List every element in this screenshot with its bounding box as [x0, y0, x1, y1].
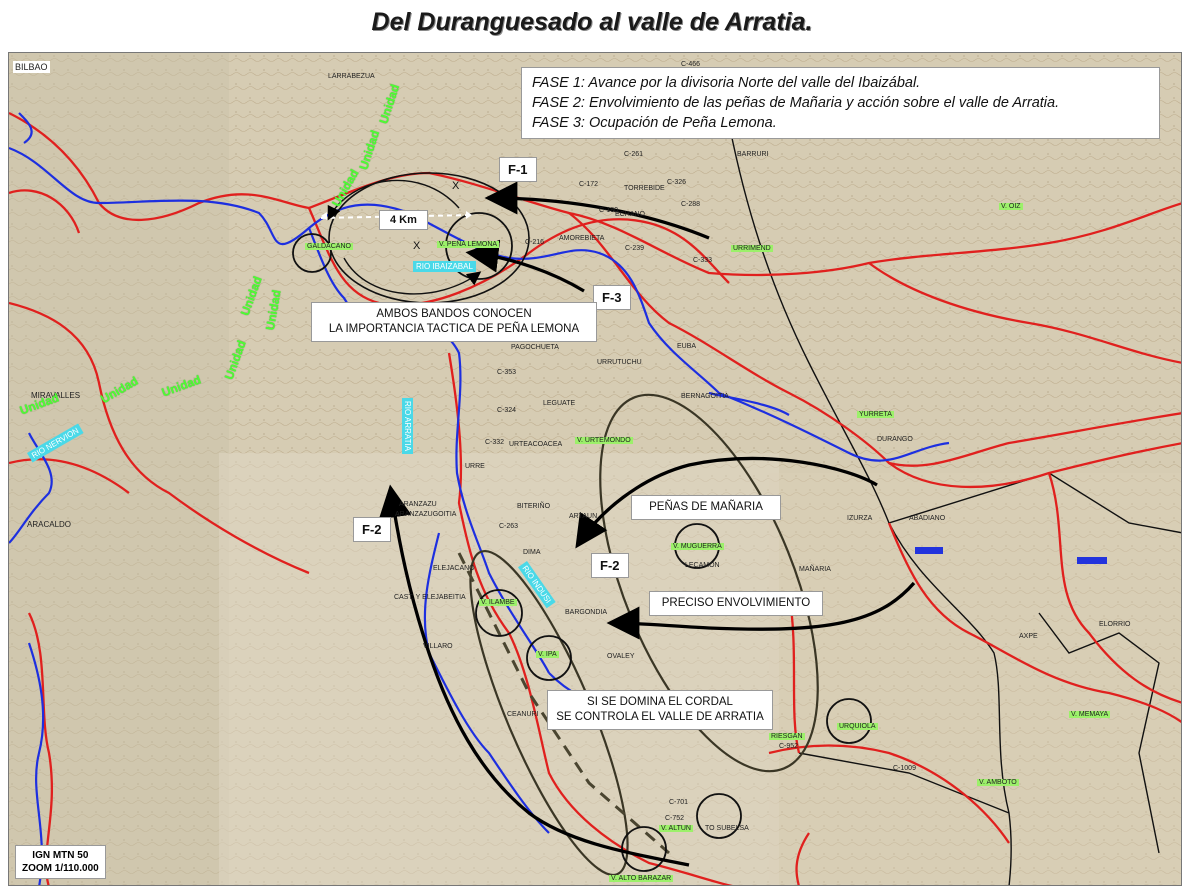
cota-261: C-261	[624, 151, 644, 158]
place-villaro: VILLARO	[423, 643, 453, 650]
place-urteacoa: URTEACOACEA	[509, 441, 563, 448]
f1-label: F-1	[499, 157, 537, 182]
cota-353: C-353	[497, 369, 517, 376]
place-urtemondo: V. URTEMONDO	[575, 437, 633, 444]
cota-332: C-332	[485, 439, 505, 446]
marker-x-2: X	[413, 240, 421, 252]
place-bernagoitia: BERNAGOITIA	[681, 393, 729, 400]
place-larrabezua: LARRABEZUA	[328, 73, 375, 80]
phases-legend: FASE 1: Avance por la divisoria Norte de…	[521, 67, 1160, 139]
place-izurza: IZURZA	[847, 515, 873, 522]
f2-west-label: F-2	[353, 517, 391, 542]
place-aranzazu: ARANZAZU	[399, 501, 437, 508]
place-castillo: CAST. Y ELEJABEITIA	[394, 594, 466, 601]
map-canvas[interactable]: FASE 1: Avance por la divisoria Norte de…	[8, 52, 1182, 886]
place-elejacano: ELEJACANO	[433, 565, 475, 572]
road-plate-1	[915, 547, 943, 554]
place-bilbao: BILBAO	[13, 61, 50, 73]
place-amboto: V. AMBOTO	[977, 779, 1019, 786]
place-echano: ECHANO	[615, 211, 645, 218]
place-urre: URRE	[465, 463, 485, 470]
place-bargondia: BARGONDIA	[565, 609, 608, 616]
place-lecamon: LECAMON	[685, 562, 720, 569]
cordal-line-2: SE CONTROLA EL VALLE DE ARRATIA	[556, 711, 764, 723]
place-dima: DIMA	[523, 549, 541, 556]
phase-3-text: FASE 3: Ocupación de Peña Lemona.	[532, 115, 777, 131]
ign-line-1: IGN MTN 50	[32, 850, 89, 861]
place-urrimend: URRIMEND	[731, 245, 773, 252]
place-ceanuri: CEANURI	[507, 711, 539, 718]
ign-line-2: ZOOM 1/110.000	[22, 863, 99, 874]
place-yurreta: YURRETA	[857, 411, 894, 418]
cota-216: C-216	[525, 239, 545, 246]
cota-324: C-324	[497, 407, 517, 414]
ambos-line-2: LA IMPORTANCIA TACTICA DE PEÑA LEMONA	[328, 323, 580, 335]
cordal-note: SI SE DOMINA EL CORDAL SE CONTROLA EL VA…	[547, 690, 773, 730]
road-plate-2	[1077, 557, 1107, 564]
place-abadiano: ABADIANO	[909, 515, 946, 522]
place-aracaldo: ARACALDO	[27, 520, 72, 529]
place-ilambe: V. ILAMBE	[479, 599, 517, 606]
place-memaya: V. MEMAYA	[1069, 711, 1111, 718]
cota-333: C-333	[693, 257, 713, 264]
cota-326: C-326	[667, 179, 687, 186]
place-aranzazugoitia: ARANZAZUGOITIA	[395, 511, 457, 518]
cota-288: C-288	[681, 201, 701, 208]
place-elorrio: ELORRIO	[1099, 621, 1131, 628]
place-durango: DURANGO	[877, 436, 913, 443]
place-urrutuchu: URRUTUCHU	[597, 359, 642, 366]
map-title: Del Duranguesado al valle de Arratia.	[371, 8, 813, 36]
f3-label: F-3	[593, 285, 631, 310]
place-galdacano: GALDACANO	[305, 243, 353, 250]
cota-239: C-239	[625, 245, 645, 252]
place-v-ipa: V. IPA	[536, 651, 559, 658]
place-barruri: BARRURI	[737, 151, 769, 158]
cota-172: C-172	[579, 181, 599, 188]
place-v-oiz: V. OIZ	[999, 203, 1023, 210]
f2-center-label: F-2	[591, 553, 629, 578]
place-alto-barazar: V. ALTO BARAZAR	[609, 875, 674, 882]
place-manaria: MAÑARIA	[799, 566, 831, 573]
penas-manaria-note: PEÑAS DE MAÑARIA	[631, 495, 781, 520]
place-muguerra: V. MUGUERRA	[671, 543, 724, 550]
cota-701: C-701	[669, 799, 689, 806]
cota-466: C-466	[681, 61, 701, 68]
cota-952: C-952	[779, 743, 799, 750]
terrain-east-sheet	[769, 473, 1181, 885]
cota-180: C-180	[599, 207, 619, 214]
ambos-bandos-note: AMBOS BANDOS CONOCEN LA IMPORTANCIA TACT…	[311, 302, 597, 342]
cota-1009: C-1009	[893, 765, 916, 772]
cota-752: C-752	[665, 815, 685, 822]
phase-1-text: FASE 1: Avance por la divisoria Norte de…	[532, 75, 921, 91]
river-ibaizabal-label: RIO IBAIZABAL	[413, 261, 476, 272]
place-pagochueta: PAGOCHUETA	[511, 344, 559, 351]
place-altun: V. ALTUN	[659, 825, 693, 832]
terrain-west-shading	[9, 53, 229, 885]
cota-263: C-263	[499, 523, 519, 530]
ign-source-note: IGN MTN 50 ZOOM 1/110.000	[15, 845, 106, 879]
place-urquiola: URQUIOLA	[837, 723, 878, 730]
place-ovaley: OVALEY	[607, 653, 635, 660]
river-arratia-label: RIO ARRATIA	[402, 398, 413, 455]
place-axpe: AXPE	[1019, 633, 1038, 640]
ambos-line-1: AMBOS BANDOS CONOCEN	[376, 308, 532, 320]
marker-x-1: X	[452, 180, 460, 192]
preciso-envolvimiento-note: PRECISO ENVOLVIMIENTO	[649, 591, 823, 616]
place-euba: EUBA	[677, 343, 697, 350]
place-subelsa: TO SUBELSA	[705, 825, 749, 832]
place-biterino: BITERIÑO	[517, 503, 551, 510]
place-amorebieta: AMOREBIETA	[559, 235, 605, 242]
place-riesgan: RIESGAN	[769, 733, 805, 740]
place-artaun: ARTAUN	[569, 513, 598, 520]
map-graphics	[9, 53, 1181, 885]
distance-label: 4 Km	[379, 210, 428, 230]
cordal-line-1: SI SE DOMINA EL CORDAL	[587, 696, 733, 708]
phase-2-text: FASE 2: Envolvimiento de las peñas de Ma…	[532, 95, 1060, 111]
place-pena-lemona: V. PEÑA LEMONA	[437, 241, 500, 248]
place-leguate: LEGUATE	[543, 400, 576, 407]
place-torrebide: TORREBIDE	[624, 185, 665, 192]
